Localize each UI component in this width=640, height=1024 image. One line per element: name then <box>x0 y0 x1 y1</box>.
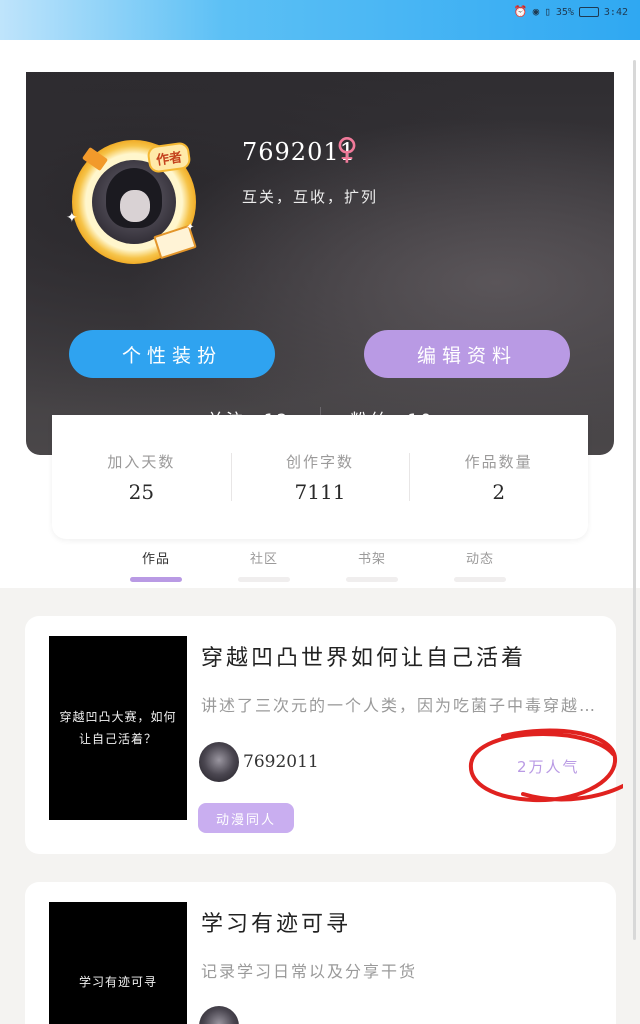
alarm-icon: ⏰ <box>513 5 528 18</box>
work-description: 讲述了三次元的一个人类，因为吃菌子中毒穿越到凹凸世界的故事 <box>201 696 601 715</box>
stat-work-count: 作品数量 2 <box>409 451 588 504</box>
battery-icon <box>578 7 599 17</box>
status-icons: ⏰ ◉ ▯ 35% 3:42 <box>514 6 628 18</box>
tab-bookshelf[interactable]: 书架 <box>318 548 426 584</box>
sparkle-icon: ✦ <box>66 210 78 226</box>
stat-label: 作品数量 <box>464 452 533 471</box>
bio: 互关，互收，扩列 <box>242 188 379 206</box>
vibrate-icon: ▯ <box>544 5 551 18</box>
battery-percent: 35% <box>555 6 574 18</box>
work-description: 记录学习日常以及分享干货 <box>201 962 418 981</box>
work-card[interactable]: 穿越凹凸大赛，如何让自己活着？ 穿越凹凸世界如何让自己活着 讲述了三次元的一个人… <box>25 616 623 854</box>
category-tag[interactable]: 动漫同人 <box>198 803 294 833</box>
clock: 3:42 <box>603 6 628 18</box>
book-cover[interactable]: 学习有迹可寻 <box>49 902 187 1024</box>
tab-indicator <box>454 577 506 582</box>
tab-indicator <box>346 577 398 582</box>
sparkle-icon: ✦ <box>186 222 195 233</box>
status-bar: ⏰ ◉ ▯ 35% 3:42 <box>0 0 640 40</box>
tab-activity[interactable]: 动态 <box>426 548 534 584</box>
tab-label: 社区 <box>249 552 278 567</box>
stats-card: 加入天数 25 创作字数 7111 作品数量 2 <box>52 415 588 539</box>
personalize-button[interactable]: 个性装扮 <box>69 330 275 378</box>
profile-section: ✦ ✦ 作者 7692011 ♀ 互关，互收，扩列 个性装扮 编辑资料 关注：1… <box>0 40 640 588</box>
popularity-count: 2万人气 <box>517 758 580 776</box>
tab-label: 动态 <box>465 552 494 567</box>
tab-community[interactable]: 社区 <box>210 548 318 584</box>
stat-label: 创作字数 <box>286 452 355 471</box>
profile-tabs: 作品 社区 书架 动态 <box>102 548 534 584</box>
stat-value: 25 <box>128 479 155 504</box>
tab-label: 书架 <box>357 552 386 567</box>
avatar <box>92 160 176 244</box>
author-avatar[interactable] <box>199 1006 239 1024</box>
work-title[interactable]: 穿越凹凸世界如何让自己活着 <box>201 640 526 672</box>
tab-indicator <box>238 577 290 582</box>
work-card[interactable]: 学习有迹可寻 学习有迹可寻 记录学习日常以及分享干货 <box>25 882 616 1024</box>
book-cover[interactable]: 穿越凹凸大赛，如何让自己活着？ <box>49 636 187 820</box>
scrollbar[interactable] <box>633 60 636 940</box>
stat-value: 2 <box>492 479 506 504</box>
tab-works[interactable]: 作品 <box>102 548 210 584</box>
stat-word-count: 创作字数 7111 <box>230 451 410 504</box>
author-name[interactable]: 7692011 <box>243 752 319 772</box>
avatar-face <box>120 190 150 222</box>
stat-label: 加入天数 <box>107 452 176 471</box>
avatar-frame[interactable]: ✦ ✦ 作者 <box>64 132 204 272</box>
profile-card: ✦ ✦ 作者 7692011 ♀ 互关，互收，扩列 个性装扮 编辑资料 关注：1… <box>26 72 614 455</box>
author-avatar[interactable] <box>199 742 239 782</box>
edit-profile-button[interactable]: 编辑资料 <box>364 330 570 378</box>
eye-icon: ◉ <box>532 5 540 18</box>
stat-value: 7111 <box>294 479 346 504</box>
tab-indicator <box>130 577 182 582</box>
tab-label: 作品 <box>141 552 170 567</box>
female-icon: ♀ <box>336 132 358 167</box>
stat-join-days: 加入天数 25 <box>52 451 231 504</box>
work-title[interactable]: 学习有迹可寻 <box>201 906 351 938</box>
